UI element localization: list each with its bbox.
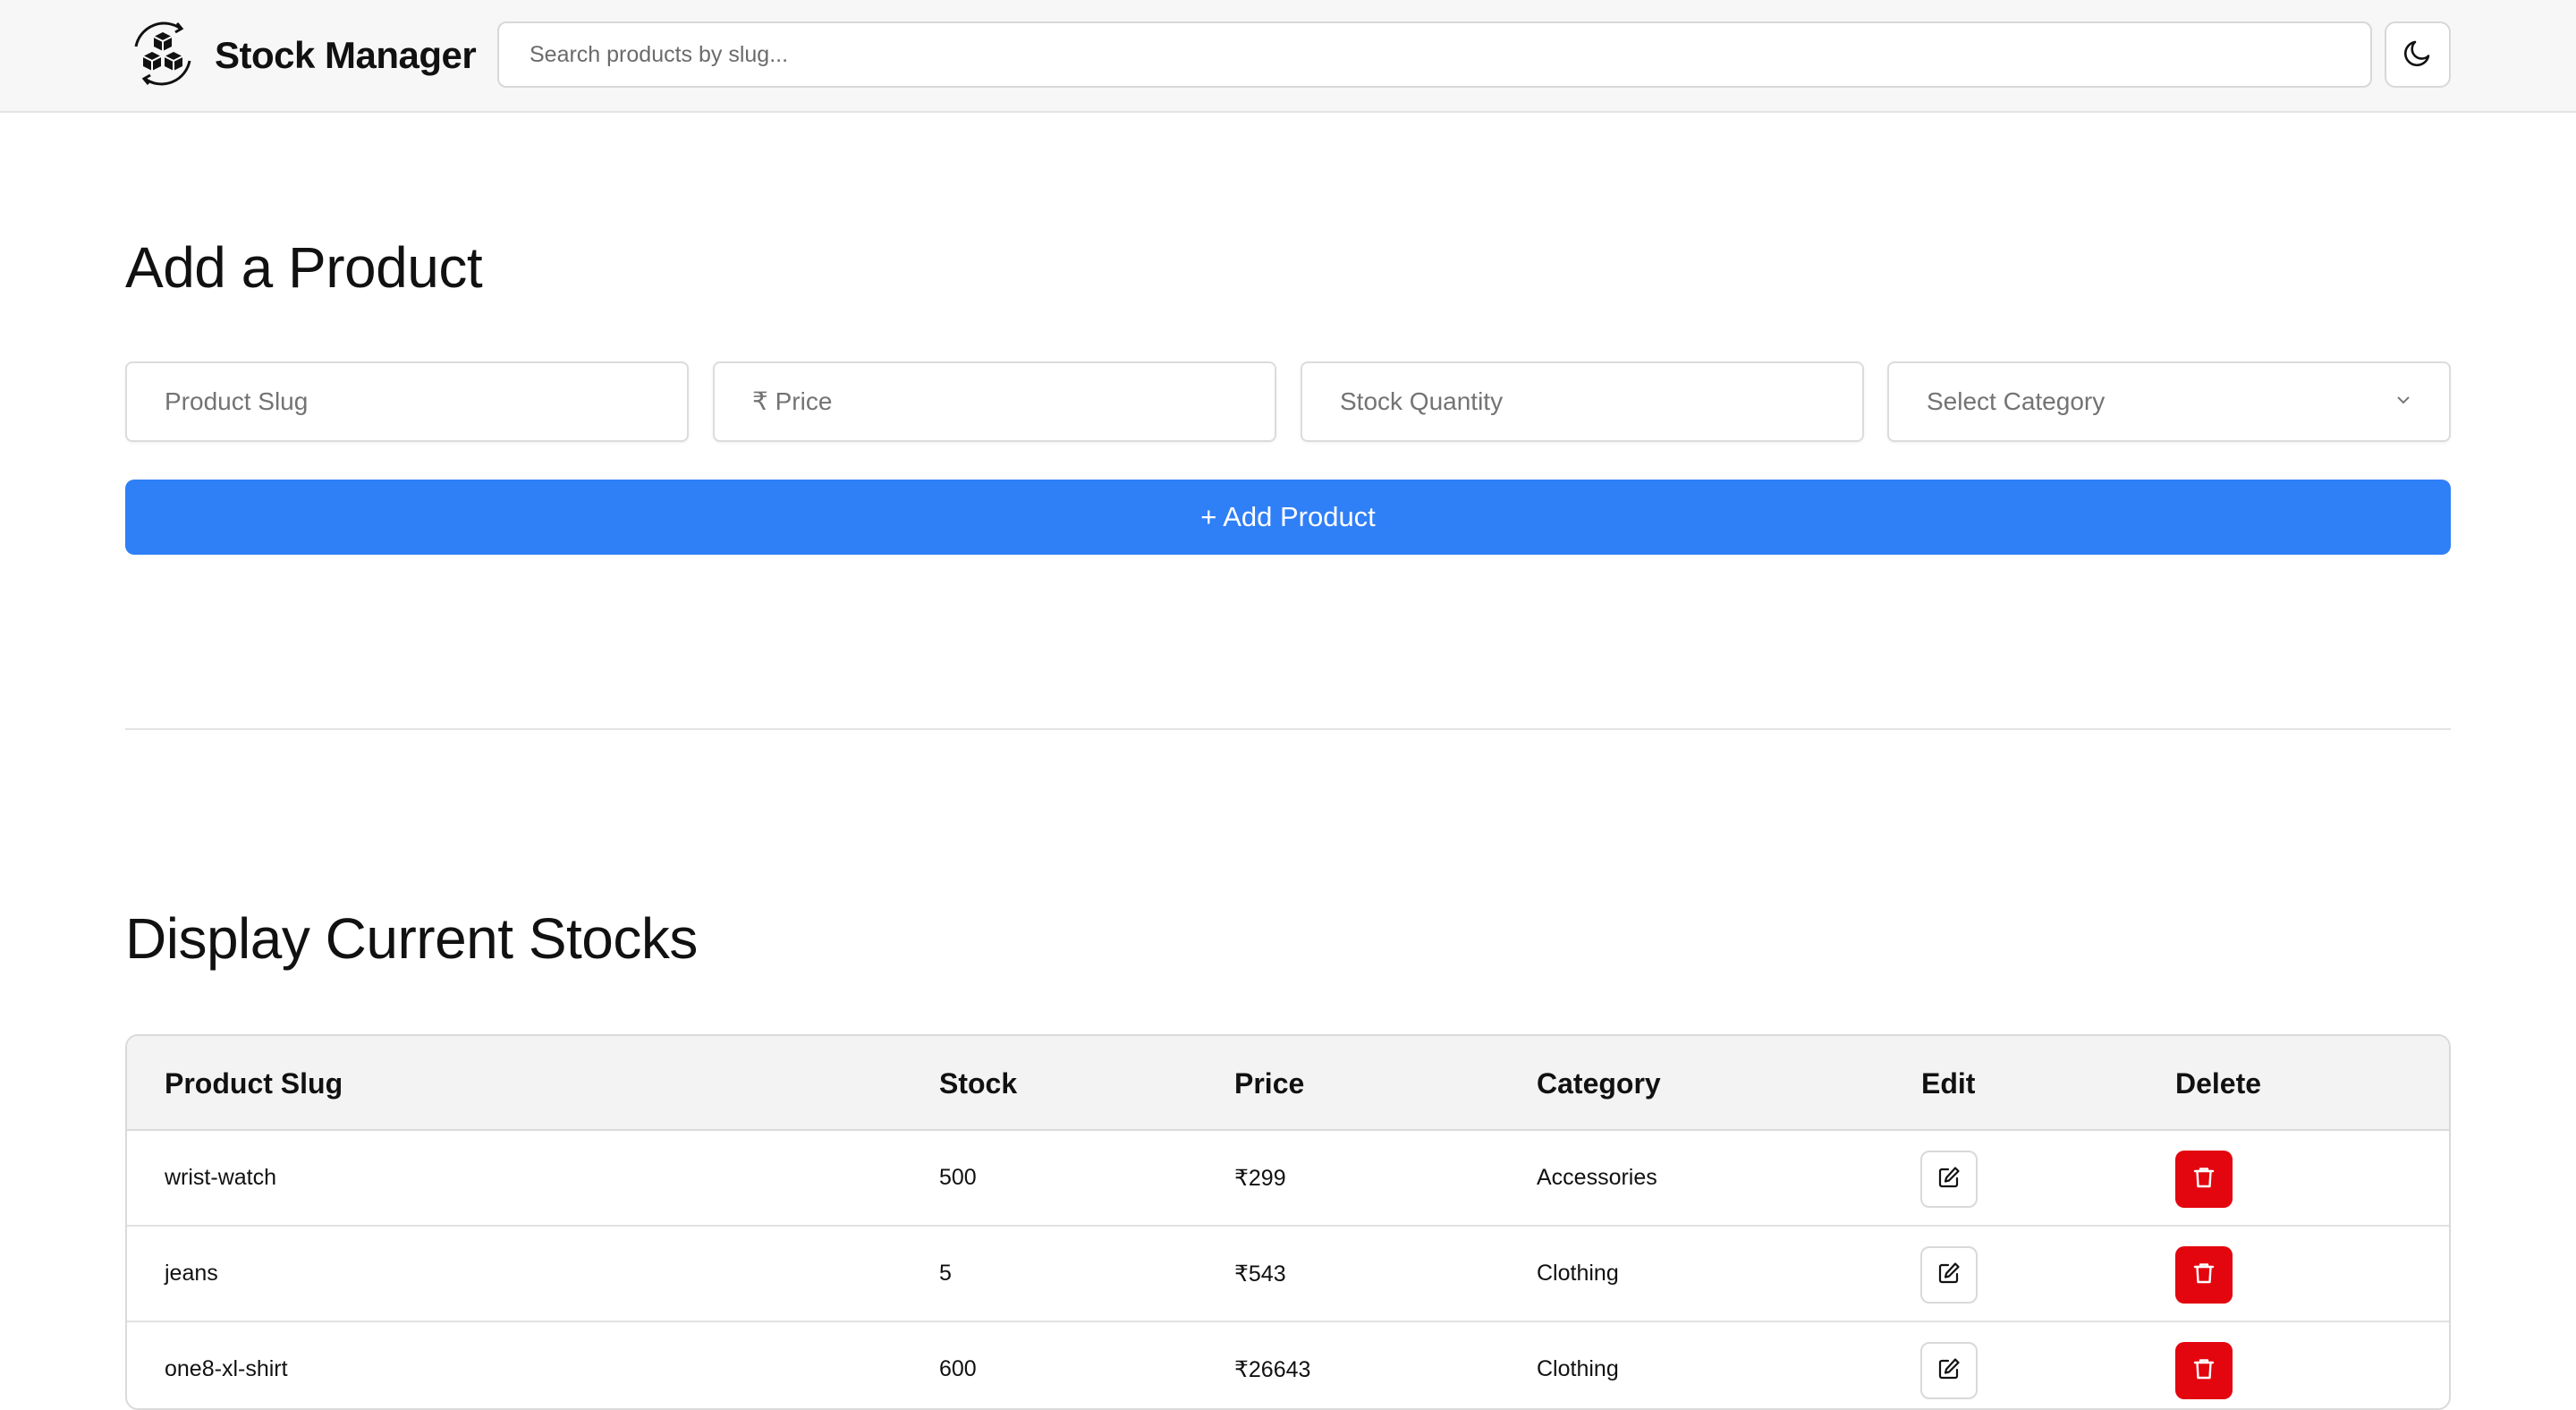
add-product-button[interactable]: + Add Product	[125, 480, 2451, 555]
cell-stock: 500	[939, 1165, 977, 1190]
trash-icon	[2191, 1356, 2216, 1386]
edit-icon	[1936, 1165, 1962, 1194]
brand-name: Stock Manager	[215, 34, 477, 76]
cell-slug: one8-xl-shirt	[165, 1356, 288, 1381]
edit-button[interactable]	[1920, 1246, 1978, 1304]
cell-category: Clothing	[1537, 1356, 1619, 1381]
edit-button[interactable]	[1920, 1151, 1978, 1208]
cell-slug: jeans	[165, 1261, 218, 1286]
price-input[interactable]	[713, 361, 1276, 442]
table-header: Product Slug Stock Price Category Edit D…	[127, 1036, 2449, 1131]
cell-price: ₹26643	[1234, 1356, 1311, 1382]
search-input[interactable]	[497, 21, 2372, 88]
chevron-down-icon	[2394, 387, 2413, 416]
cell-stock: 600	[939, 1356, 977, 1381]
edit-icon	[1936, 1261, 1962, 1290]
section-divider	[125, 728, 2451, 730]
cell-price: ₹299	[1234, 1165, 1286, 1191]
column-header-edit: Edit	[1921, 1066, 1976, 1100]
moon-icon	[2400, 35, 2436, 75]
stock-quantity-input[interactable]	[1301, 361, 1864, 442]
brand[interactable]: Stock Manager	[125, 16, 477, 96]
column-header-slug: Product Slug	[165, 1066, 343, 1100]
add-product-title: Add a Product	[125, 235, 483, 300]
column-header-delete: Delete	[2175, 1066, 2262, 1100]
table-row: jeans 5 ₹543 Clothing	[127, 1227, 2449, 1322]
trash-icon	[2191, 1165, 2216, 1194]
cell-stock: 5	[939, 1261, 952, 1286]
table-row: wrist-watch 500 ₹299 Accessories	[127, 1131, 2449, 1227]
table-row: one8-xl-shirt 600 ₹26643 Clothing	[127, 1322, 2449, 1408]
edit-button[interactable]	[1920, 1342, 1978, 1399]
column-header-price: Price	[1234, 1066, 1305, 1100]
top-header: Stock Manager	[0, 0, 2576, 113]
trash-icon	[2191, 1261, 2216, 1290]
cell-price: ₹543	[1234, 1261, 1286, 1287]
delete-button[interactable]	[2175, 1342, 2233, 1399]
category-select[interactable]: Select Category	[1887, 361, 2451, 442]
product-slug-input[interactable]	[125, 361, 689, 442]
cell-category: Accessories	[1537, 1165, 1657, 1190]
delete-button[interactable]	[2175, 1246, 2233, 1304]
stocks-title: Display Current Stocks	[125, 906, 698, 971]
edit-icon	[1936, 1356, 1962, 1386]
column-header-stock: Stock	[939, 1066, 1018, 1100]
cell-category: Clothing	[1537, 1261, 1619, 1286]
cell-slug: wrist-watch	[165, 1165, 277, 1190]
theme-toggle-button[interactable]	[2385, 21, 2451, 88]
category-select-value: Select Category	[1927, 387, 2106, 415]
column-header-category: Category	[1537, 1066, 1661, 1100]
delete-button[interactable]	[2175, 1151, 2233, 1208]
stocks-table: Product Slug Stock Price Category Edit D…	[125, 1034, 2451, 1410]
boxes-cycle-icon	[125, 16, 200, 96]
